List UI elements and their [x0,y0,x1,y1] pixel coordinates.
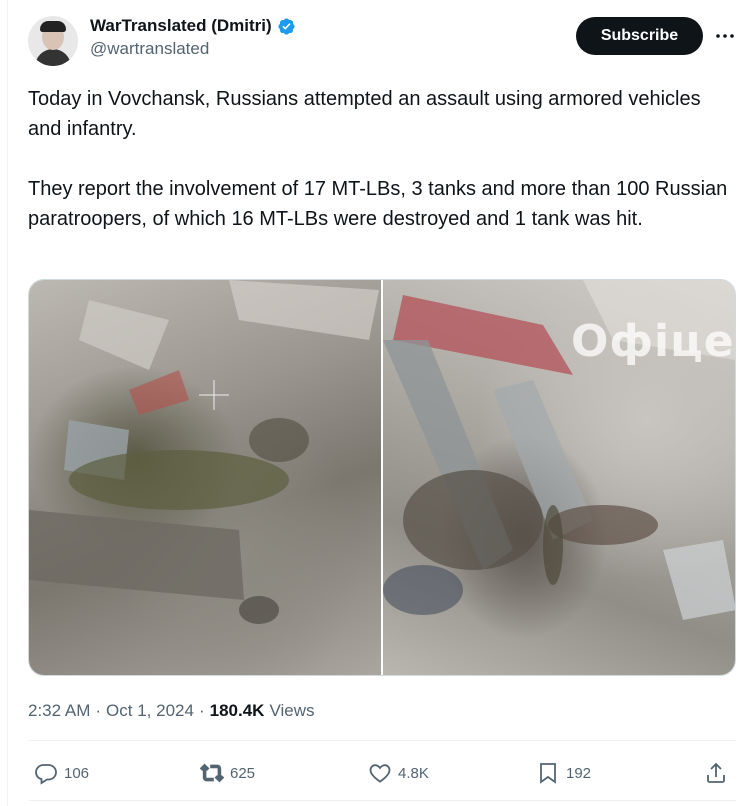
repost-button[interactable]: 625 [200,756,255,790]
avatar[interactable] [28,16,78,66]
verified-badge-icon[interactable] [277,17,296,36]
tweet-text: Today in Vovchansk, Russians attempted a… [28,84,728,234]
meta-separator: · [95,701,102,720]
timeline-border [7,0,8,806]
divider [28,740,736,741]
views-label: Views [269,701,315,720]
bottom-divider [28,800,736,801]
heart-icon [369,764,391,783]
tweet-date[interactable]: Oct 1, 2024 [106,699,194,723]
media-photo-left[interactable] [29,280,381,675]
reply-icon [35,764,57,785]
subscribe-button[interactable]: Subscribe [576,17,703,55]
author-display-name[interactable]: WarTranslated (Dmitri) [90,14,272,38]
tweet-actions: 106 625 4.8K 192 [28,756,736,790]
media-photo-right[interactable]: Офіце [383,280,735,675]
bookmark-icon [540,763,556,784]
bookmark-count: 192 [566,764,592,782]
share-icon [707,762,725,783]
more-options-icon[interactable] [713,24,737,48]
share-button[interactable] [704,756,728,790]
repost-icon [200,763,224,783]
tweet-paragraph-1: Today in Vovchansk, Russians attempted a… [28,88,701,140]
bookmark-button[interactable]: 192 [536,756,591,790]
tweet-header: WarTranslated (Dmitri) @wartranslated Su… [28,14,740,70]
tweet-paragraph-2: They report the involvement of 17 MT-LBs… [28,178,728,230]
author-name-row[interactable]: WarTranslated (Dmitri) [90,14,296,38]
author-handle[interactable]: @wartranslated [90,38,296,60]
meta-separator-2: · [198,701,205,720]
author-info: WarTranslated (Dmitri) @wartranslated [90,14,296,60]
tweet-time[interactable]: 2:32 AM [28,699,90,723]
repost-count: 625 [230,764,256,782]
media-watermark: Офіце [571,316,735,367]
reply-button[interactable]: 106 [34,756,89,790]
tweet-media[interactable]: Офіце [28,279,736,676]
like-button[interactable]: 4.8K [368,756,429,790]
tweet-meta: 2:32 AM · Oct 1, 2024 · 180.4K Views [28,699,314,723]
like-count: 4.8K [398,764,429,782]
views-count: 180.4K [209,701,265,720]
reply-count: 106 [64,764,90,782]
